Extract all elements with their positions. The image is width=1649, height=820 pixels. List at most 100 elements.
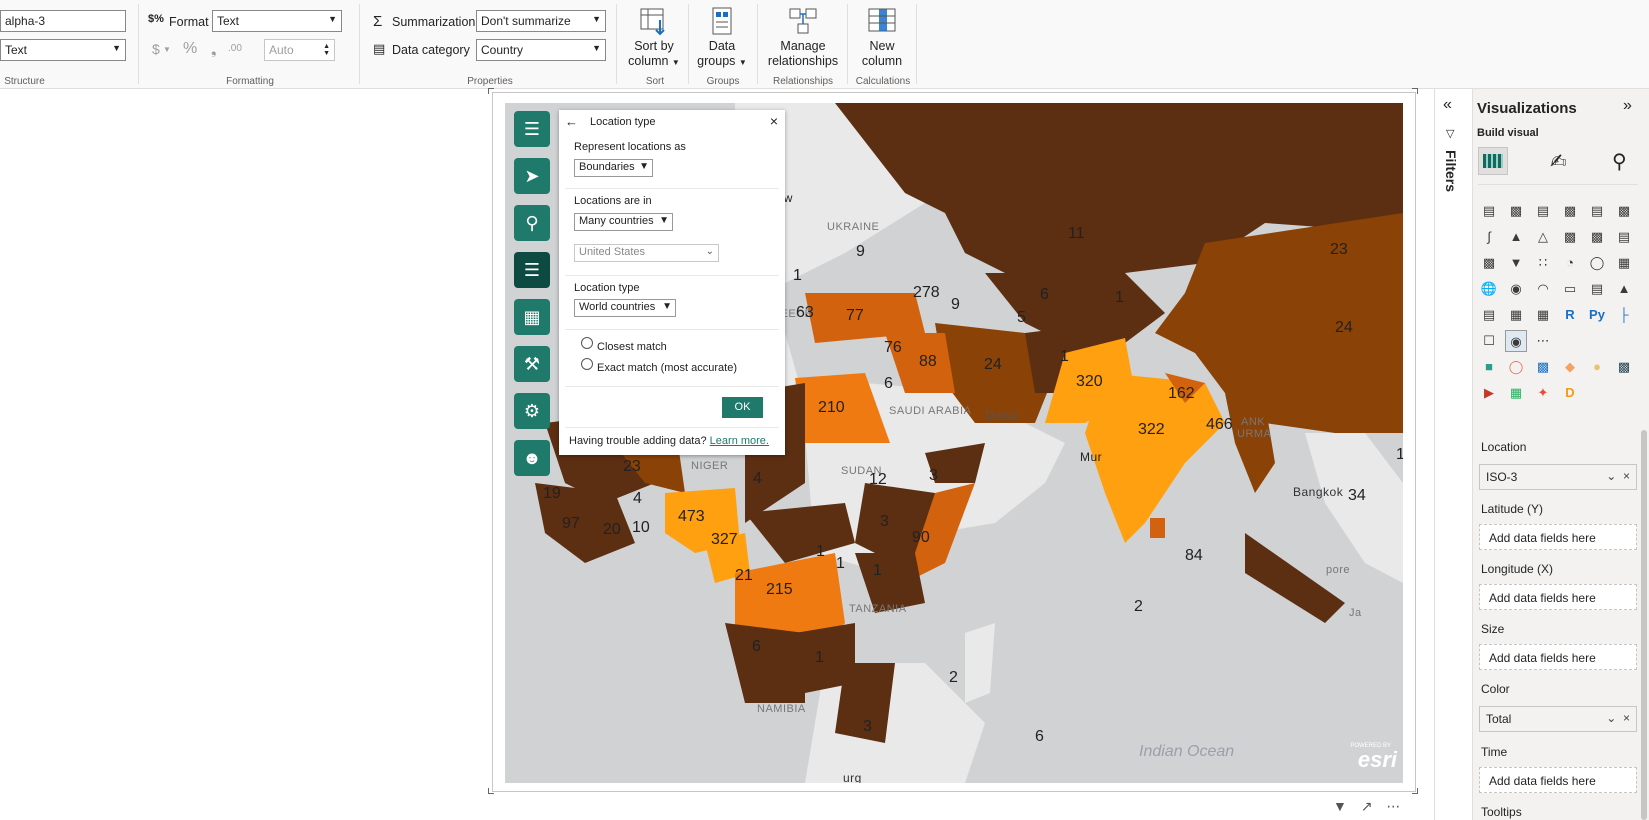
custom-visual-6-icon[interactable]: ▩	[1613, 356, 1635, 378]
resize-handle[interactable]	[1412, 788, 1418, 794]
ok-button[interactable]: OK	[722, 397, 763, 418]
custom-visual-10-icon[interactable]: D	[1559, 382, 1581, 404]
chevron-down-icon[interactable]: ⌄	[1606, 469, 1616, 483]
data-type-dropdown[interactable]: Text ▼	[0, 39, 126, 61]
custom-visual-8-icon[interactable]: ▦	[1505, 382, 1527, 404]
percent-button[interactable]: %	[183, 40, 197, 58]
custom-visual-7-icon[interactable]: ▶	[1478, 382, 1500, 404]
decimal-places-input[interactable]: Auto ▲ ▼	[264, 39, 335, 61]
stacked-area-icon[interactable]: △	[1532, 226, 1554, 248]
treemap-icon[interactable]: ▦	[1613, 252, 1635, 274]
name-field[interactable]: alpha-3	[0, 10, 126, 32]
custom-visual-5-icon[interactable]: ●	[1586, 356, 1608, 378]
resize-handle[interactable]	[488, 88, 494, 94]
filled-map-icon[interactable]: ◉	[1505, 278, 1527, 300]
100-bar-icon[interactable]: ▤	[1586, 200, 1608, 222]
multi-row-card-icon[interactable]: ▤	[1586, 278, 1608, 300]
area-chart-icon[interactable]: ▲	[1505, 226, 1527, 248]
gauge-icon[interactable]: ◠	[1532, 278, 1554, 300]
location-well[interactable]: ISO-3 ⌄ ×	[1479, 464, 1637, 490]
arcgis-map-icon[interactable]: ◉	[1505, 330, 1527, 352]
more-options-icon[interactable]: ⋯	[1386, 798, 1400, 814]
scatter-icon[interactable]: ∷	[1532, 252, 1554, 274]
longitude-well[interactable]: Add data fields here	[1479, 584, 1637, 610]
analytics-icon[interactable]: ⚲	[1612, 149, 1627, 174]
settings-gear-icon[interactable]: ⚙	[514, 393, 550, 429]
represent-dropdown[interactable]: Boundaries ▼	[574, 159, 653, 177]
format-dropdown[interactable]: Text ▼	[212, 10, 342, 32]
r-visual-icon[interactable]: R	[1559, 304, 1581, 326]
card-icon[interactable]: ▭	[1559, 278, 1581, 300]
sort-by-column-button[interactable]: Sort by column ▼	[626, 6, 682, 70]
resize-handle[interactable]	[1412, 88, 1418, 94]
remove-field-icon[interactable]: ×	[1623, 711, 1630, 725]
collapse-left-icon[interactable]: «	[1443, 96, 1452, 114]
ribbon-chart-icon[interactable]: ▤	[1613, 226, 1635, 248]
filter-icon[interactable]: ▼	[1333, 798, 1347, 814]
custom-visual-3-icon[interactable]: ▩	[1532, 356, 1554, 378]
user-icon[interactable]: ☻	[514, 440, 550, 476]
stacked-bar-icon[interactable]: ▤	[1478, 200, 1500, 222]
format-visual-icon[interactable]: ✍	[1550, 149, 1567, 174]
filters-label[interactable]: Filters	[1443, 150, 1459, 192]
custom-visual-9-icon[interactable]: ✦	[1532, 382, 1554, 404]
wrench-icon[interactable]: ⚒	[514, 346, 550, 382]
close-icon[interactable]: ×	[770, 113, 778, 129]
line-chart-icon[interactable]: ∫	[1478, 226, 1500, 248]
clustered-bar-icon[interactable]: ▤	[1532, 200, 1554, 222]
closest-match-radio[interactable]	[581, 337, 593, 349]
remove-field-icon[interactable]: ×	[1623, 469, 1630, 483]
exact-match-radio[interactable]	[581, 358, 593, 370]
time-well[interactable]: Add data fields here	[1479, 767, 1637, 793]
100-column-icon[interactable]: ▩	[1613, 200, 1635, 222]
summarization-dropdown[interactable]: Don't summarize ▼	[476, 10, 606, 32]
back-arrow-icon[interactable]: ←	[565, 114, 578, 129]
map-icon[interactable]: 🌐	[1478, 278, 1500, 300]
matrix-icon[interactable]: ▦	[1532, 304, 1554, 326]
size-well[interactable]: Add data fields here	[1479, 644, 1637, 670]
stacked-column-icon[interactable]: ▩	[1505, 200, 1527, 222]
data-groups-button[interactable]: Data groups ▼	[694, 6, 750, 70]
custom-visual-1-icon[interactable]: ■	[1478, 356, 1500, 378]
python-visual-icon[interactable]: Py	[1586, 304, 1608, 326]
analysis-grid-icon[interactable]: ▦	[514, 299, 550, 335]
slicer-icon[interactable]: ▤	[1478, 304, 1500, 326]
funnel-icon[interactable]: ▼	[1505, 252, 1527, 274]
key-influencers-icon[interactable]: ☐	[1478, 330, 1500, 352]
currency-button[interactable]: $	[152, 41, 160, 57]
locations-in-dropdown[interactable]: Many countries ▼	[574, 213, 673, 231]
line-clustered-icon[interactable]: ▩	[1586, 226, 1608, 248]
comma-button[interactable]: ❟	[211, 41, 217, 58]
more-visuals-icon[interactable]: ⋯	[1532, 330, 1554, 352]
waterfall-icon[interactable]: ▩	[1478, 252, 1500, 274]
decomposition-tree-icon[interactable]: ├	[1613, 304, 1635, 326]
chevron-down-icon[interactable]: ⌄	[1606, 711, 1616, 725]
clustered-column-icon[interactable]: ▩	[1559, 200, 1581, 222]
build-visual-tab[interactable]	[1478, 147, 1508, 175]
new-column-button[interactable]: New column	[852, 6, 912, 69]
table-icon[interactable]: ▦	[1505, 304, 1527, 326]
color-well[interactable]: Total ⌄ ×	[1479, 706, 1637, 732]
learn-more-link[interactable]: Learn more.	[710, 435, 769, 447]
search-icon[interactable]: ⚲	[514, 205, 550, 241]
decimals-button[interactable]: .00	[228, 43, 242, 54]
menu-icon[interactable]: ☰	[514, 111, 550, 147]
focus-mode-icon[interactable]: ↗	[1361, 798, 1373, 814]
country-dropdown[interactable]: United States ⌄	[574, 244, 719, 262]
select-pointer-icon[interactable]: ➤	[514, 158, 550, 194]
custom-visual-4-icon[interactable]: ◆	[1559, 356, 1581, 378]
data-category-dropdown[interactable]: Country ▼	[476, 39, 606, 61]
kpi-icon[interactable]: ▲	[1613, 278, 1635, 300]
latitude-well[interactable]: Add data fields here	[1479, 524, 1637, 550]
custom-visual-2-icon[interactable]: ◯	[1505, 356, 1527, 378]
filters-pane-collapsed[interactable]	[1434, 89, 1472, 820]
expand-right-icon[interactable]: »	[1623, 97, 1632, 115]
location-type-dropdown[interactable]: World countries ▼	[574, 299, 676, 317]
donut-icon[interactable]: ◯	[1586, 252, 1608, 274]
layers-list-icon[interactable]: ☰	[514, 252, 550, 288]
manage-relationships-button[interactable]: Manage relationships	[764, 6, 842, 69]
line-column-icon[interactable]: ▩	[1559, 226, 1581, 248]
pane-scrollbar[interactable]	[1641, 430, 1647, 820]
resize-handle[interactable]	[488, 788, 494, 794]
pie-icon[interactable]: ◔	[1559, 252, 1581, 274]
